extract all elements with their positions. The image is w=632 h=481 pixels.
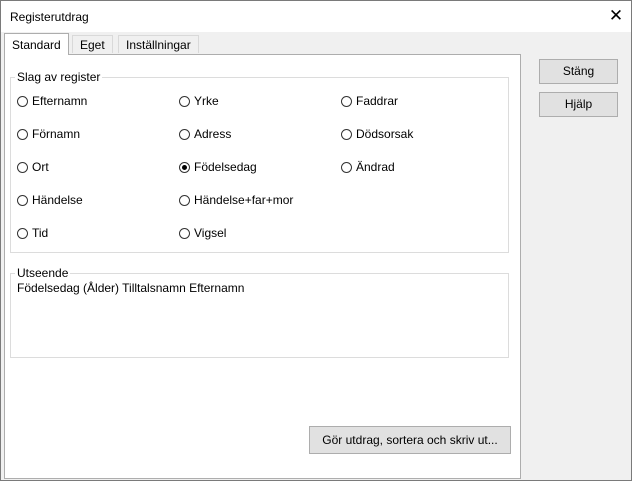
radio-circle-icon	[179, 128, 190, 140]
utseende-format-text: Födelsedag (Ålder) Tilltalsnamn Efternam…	[17, 281, 245, 295]
radio-circle-icon	[17, 227, 28, 239]
tab-panel: Slag av register Efternamn Yrke Faddrar …	[4, 54, 521, 479]
radio-vigsel[interactable]: Vigsel	[179, 225, 226, 241]
radio-label: Ort	[32, 160, 49, 174]
radio-circle-icon	[341, 95, 352, 107]
radio-circle-icon	[17, 128, 28, 140]
radio-label: Tid	[32, 226, 49, 240]
slag-legend: Slag av register	[17, 70, 101, 84]
close-button[interactable]: Stäng	[539, 59, 618, 84]
radio-label: Dödsorsak	[356, 127, 414, 141]
radio-label: Faddrar	[356, 94, 399, 108]
radio-label: Yrke	[194, 94, 219, 108]
radio-label: Händelse	[32, 193, 83, 207]
radio-ort[interactable]: Ort	[17, 159, 49, 175]
radio-handelse[interactable]: Händelse	[17, 192, 83, 208]
radio-faddrar[interactable]: Faddrar	[341, 93, 398, 109]
radio-circle-icon	[17, 95, 28, 107]
radio-label: Adress	[194, 127, 232, 141]
radio-yrke[interactable]: Yrke	[179, 93, 219, 109]
run-report-button[interactable]: Gör utdrag, sortera och skriv ut...	[309, 426, 511, 454]
radio-label: Händelse+far+mor	[194, 193, 294, 207]
radio-fodelsedag[interactable]: Födelsedag	[179, 159, 257, 175]
radio-circle-icon	[17, 194, 28, 206]
tab-eget[interactable]: Eget	[72, 35, 113, 53]
radio-label: Förnamn	[32, 127, 81, 141]
radio-label: Efternamn	[32, 94, 88, 108]
radio-label: Ändrad	[356, 160, 395, 174]
tab-installningar[interactable]: Inställningar	[118, 35, 199, 53]
title-bar: Registerutdrag ✕	[1, 1, 631, 32]
radio-tid[interactable]: Tid	[17, 225, 48, 241]
radio-circle-icon	[341, 161, 352, 173]
close-icon[interactable]: ✕	[601, 1, 631, 32]
radio-adress[interactable]: Adress	[179, 126, 231, 142]
radio-circle-icon	[17, 161, 28, 173]
radio-efternamn[interactable]: Efternamn	[17, 93, 87, 109]
radio-label: Vigsel	[194, 226, 227, 240]
radio-circle-icon	[341, 128, 352, 140]
radio-fornamn[interactable]: Förnamn	[17, 126, 80, 142]
radio-andrad[interactable]: Ändrad	[341, 159, 395, 175]
utseende-legend: Utseende	[17, 266, 69, 280]
radio-checked-icon	[179, 161, 190, 173]
radio-circle-icon	[179, 194, 190, 206]
radio-circle-icon	[179, 227, 190, 239]
window-title: Registerutdrag	[10, 10, 89, 24]
utseende-group: Utseende Födelsedag (Ålder) Tilltalsnamn…	[10, 266, 509, 358]
help-button[interactable]: Hjälp	[539, 92, 618, 117]
dialog-window: Registerutdrag ✕ Standard Eget Inställni…	[0, 0, 632, 481]
radio-label: Födelsedag	[194, 160, 257, 174]
radio-circle-icon	[179, 95, 190, 107]
radio-handelse-far-mor[interactable]: Händelse+far+mor	[179, 192, 293, 208]
tab-standard[interactable]: Standard	[4, 33, 69, 55]
radio-dodsorsak[interactable]: Dödsorsak	[341, 126, 413, 142]
